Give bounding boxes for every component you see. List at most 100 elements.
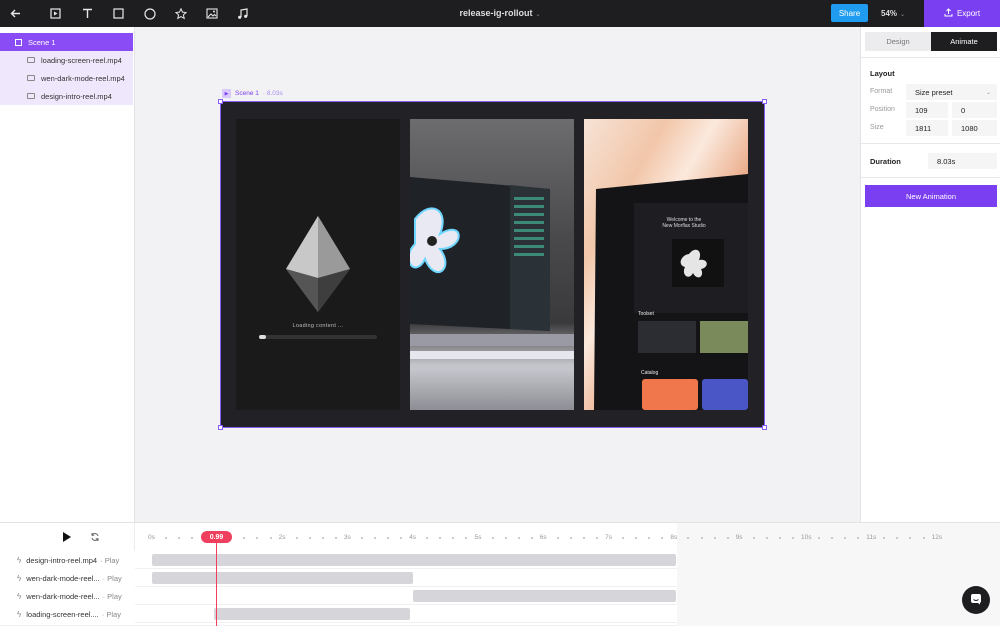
chat-support-button[interactable] bbox=[962, 586, 990, 614]
size-width-input[interactable]: 1811 bbox=[906, 120, 948, 136]
share-button[interactable]: Share bbox=[831, 4, 868, 22]
animation-bolt-icon: ϟ bbox=[17, 555, 22, 565]
track-name: loading-screen-reel.... bbox=[26, 609, 99, 619]
circle-icon[interactable] bbox=[142, 6, 157, 21]
layer-item-loading-screen[interactable]: loading-screen-reel.mp4 bbox=[0, 51, 133, 69]
position-x-input[interactable]: 109 bbox=[906, 102, 948, 118]
back-arrow-icon[interactable] bbox=[8, 6, 23, 21]
dark-mode-screen-image bbox=[410, 177, 574, 369]
loop-icon[interactable] bbox=[90, 532, 100, 544]
track-row[interactable]: ϟ loading-screen-reel.... · Play bbox=[0, 605, 135, 623]
layer-scene-1[interactable]: Scene 1 bbox=[0, 33, 133, 51]
scene-icon bbox=[15, 38, 22, 46]
ruler-tick-dot bbox=[387, 537, 390, 539]
ruler-tick-label: 11s bbox=[866, 534, 877, 541]
size-height-input[interactable]: 1080 bbox=[952, 120, 997, 136]
ruler-tick-dot bbox=[648, 537, 651, 539]
video-icon bbox=[27, 57, 35, 63]
ruler-tick-label: 2s bbox=[278, 534, 286, 541]
play-frame-icon[interactable] bbox=[48, 6, 63, 21]
zoom-dropdown[interactable]: 54% ⌄ bbox=[881, 9, 905, 18]
text-icon[interactable] bbox=[80, 6, 95, 21]
ruler-tick-dot bbox=[791, 537, 794, 539]
resize-handle-tr[interactable] bbox=[762, 99, 767, 104]
track-clip-bar[interactable] bbox=[152, 572, 414, 584]
ruler-tick-dot bbox=[178, 537, 181, 539]
track-name: wen-dark-mode-reel... bbox=[26, 573, 100, 583]
ruler-tick-dot bbox=[465, 537, 468, 539]
ruler-tick-dot bbox=[713, 537, 716, 539]
layer-item-wen-dark-mode[interactable]: wen-dark-mode-reel.mp4 bbox=[0, 69, 133, 87]
ruler-tick-dot bbox=[517, 537, 520, 539]
ruler-tick-label: 10s bbox=[801, 534, 812, 541]
track-name: wen-dark-mode-reel... bbox=[26, 591, 100, 601]
ruler-tick-label: 7s bbox=[605, 534, 612, 541]
resize-handle-bl[interactable] bbox=[218, 425, 223, 430]
ruler-tick-label: 12s bbox=[931, 534, 943, 541]
ruler-tick-label: 5s bbox=[474, 534, 482, 541]
ruler-tick-dot bbox=[321, 537, 324, 539]
scene-canvas-label[interactable]: ▶ Scene 1 · 8.03s bbox=[222, 89, 283, 98]
export-icon bbox=[944, 8, 953, 19]
ruler-tick-dot bbox=[504, 537, 507, 539]
track-row[interactable]: ϟ design-intro-reel.mp4 · Play bbox=[0, 551, 135, 569]
ruler-tick-dot bbox=[295, 537, 298, 539]
ruler-tick-dot bbox=[374, 537, 377, 539]
zoom-value: 54% bbox=[881, 9, 898, 18]
ruler-tick-dot bbox=[752, 537, 755, 539]
properties-panel: Design Animate Layout Format Size preset… bbox=[860, 27, 1000, 522]
resize-handle-br[interactable] bbox=[762, 425, 767, 430]
track-clip-bar[interactable] bbox=[413, 590, 677, 602]
svg-text:New Morflax Studio: New Morflax Studio bbox=[662, 223, 706, 229]
star-icon[interactable] bbox=[173, 6, 188, 21]
ruler-tick-dot bbox=[530, 537, 533, 539]
track-clip-bar[interactable] bbox=[152, 554, 677, 566]
track-row[interactable]: ϟ wen-dark-mode-reel... · Play bbox=[0, 569, 135, 587]
play-icon[interactable] bbox=[63, 532, 71, 544]
ruler-tick-label: 9s bbox=[735, 534, 743, 541]
ruler-tick-dot bbox=[256, 537, 259, 539]
loading-progress-bar bbox=[259, 335, 377, 339]
image-icon[interactable] bbox=[204, 6, 219, 21]
position-y-input[interactable]: 0 bbox=[952, 102, 997, 118]
video-clip-dark-mode[interactable] bbox=[410, 119, 574, 410]
time-ruler[interactable]: 0s1s2s3s4s5s6s7s8s9s10s11s12s bbox=[135, 523, 1000, 626]
rectangle-icon[interactable] bbox=[111, 6, 126, 21]
duration-input[interactable]: 8.03s bbox=[928, 153, 997, 169]
export-label: Export bbox=[956, 9, 981, 18]
animation-bolt-icon: ϟ bbox=[17, 591, 22, 601]
track-row[interactable]: ϟ wen-dark-mode-reel... · Play bbox=[0, 587, 135, 605]
ruler-tick-dot bbox=[165, 537, 168, 539]
playhead-line bbox=[216, 543, 217, 626]
music-note-icon[interactable] bbox=[235, 6, 250, 21]
ruler-tick-dot bbox=[596, 537, 599, 539]
tab-design[interactable]: Design bbox=[865, 32, 931, 51]
export-button[interactable]: Export bbox=[924, 0, 1000, 27]
playback-controls bbox=[0, 523, 135, 551]
top-bar: release-ig-rollout ⌄ Share 54% ⌄ Export bbox=[0, 0, 1000, 27]
ruler-tick-dot bbox=[439, 537, 442, 539]
scene-frame[interactable]: Loading content ... Welcome to the New M… bbox=[218, 99, 767, 430]
ruler-tick-dot bbox=[922, 537, 925, 539]
play-icon: ▶ bbox=[222, 89, 231, 98]
divider bbox=[861, 57, 1000, 58]
chat-icon bbox=[970, 593, 982, 607]
layer-item-design-intro[interactable]: design-intro-reel.mp4 bbox=[0, 87, 133, 105]
divider bbox=[861, 177, 1000, 178]
panel-tabs: Design Animate bbox=[865, 32, 997, 51]
video-clip-loading-screen[interactable]: Loading content ... bbox=[236, 119, 400, 410]
video-clip-design-intro[interactable]: Welcome to the New Morflax Studio Toolse… bbox=[584, 119, 748, 410]
duration-label: Duration bbox=[870, 157, 901, 166]
tab-animate[interactable]: Animate bbox=[931, 32, 997, 51]
new-animation-button[interactable]: New Animation bbox=[865, 185, 997, 207]
divider bbox=[861, 143, 1000, 144]
format-select[interactable]: Size preset ⌄ bbox=[906, 84, 997, 100]
timeline-out-of-range-area bbox=[677, 523, 1000, 626]
layer-item-label: wen-dark-mode-reel.mp4 bbox=[41, 73, 125, 83]
track-action: · Play bbox=[100, 555, 120, 565]
ruler-tick-label: 8s bbox=[670, 534, 678, 541]
resize-handle-tl[interactable] bbox=[218, 99, 223, 104]
ruler-tick-dot bbox=[778, 537, 781, 539]
track-clip-bar[interactable] bbox=[214, 608, 410, 620]
playhead[interactable]: 0.99 bbox=[201, 531, 232, 543]
